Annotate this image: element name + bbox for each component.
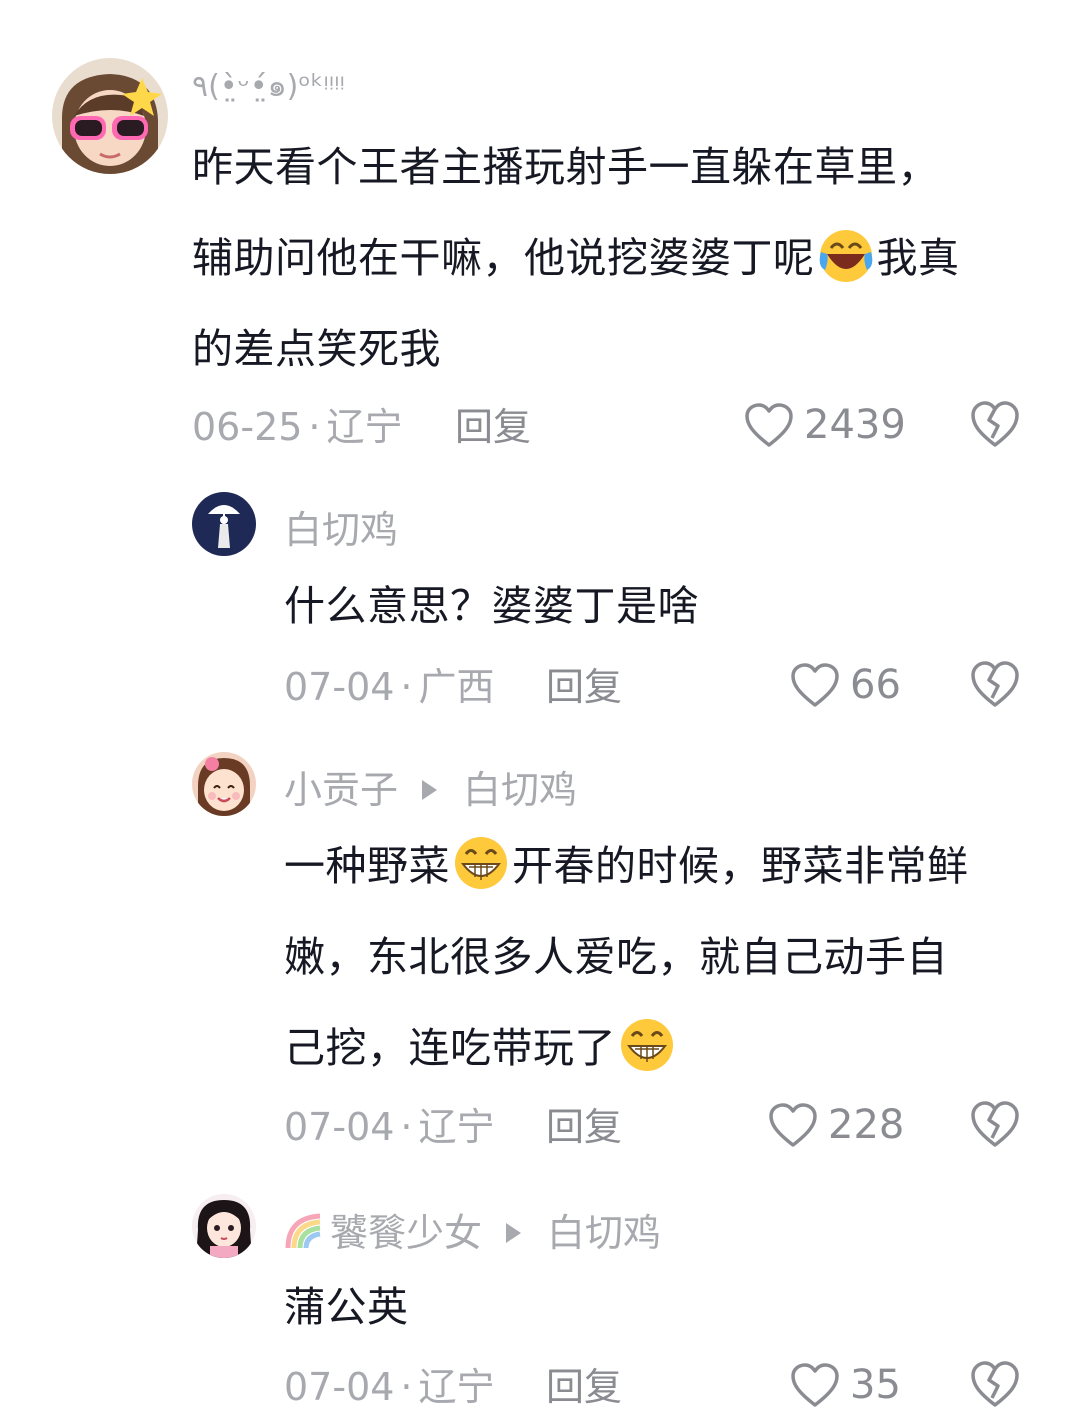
reply-author[interactable]: 小贡子 <box>284 768 398 812</box>
comment-date: 07-04 <box>284 665 395 709</box>
grin-emoji-icon <box>452 833 510 891</box>
reply-target[interactable]: 白切鸡 <box>547 1211 661 1255</box>
like-button[interactable]: 66 <box>790 660 901 710</box>
comment-line: 的差点笑死我 <box>192 325 441 373</box>
like-count: 35 <box>850 1362 901 1408</box>
comment-line: 嫩，东北很多人爱吃，就自己动手自 <box>284 933 948 981</box>
heart-icon <box>745 403 793 447</box>
heart-icon <box>769 1103 817 1147</box>
reply-button[interactable]: 回复 <box>546 1368 622 1406</box>
like-button[interactable]: 35 <box>790 1360 901 1410</box>
broken-heart-icon <box>971 1361 1019 1407</box>
comment-line: 昨天看个王者主播玩射手一直躲在草里， <box>192 143 939 191</box>
comment-meta: 07-04 · 辽宁 <box>284 1108 495 1146</box>
reply-arrow-icon <box>506 1222 522 1243</box>
dislike-button[interactable] <box>970 1100 1020 1148</box>
avatar[interactable] <box>192 492 256 556</box>
grin-emoji-icon <box>618 1015 676 1073</box>
avatar[interactable] <box>52 58 168 174</box>
meta-separator: · <box>400 1105 413 1149</box>
comment-text-part: 开春的时候，野菜非常鲜 <box>512 842 969 890</box>
comment-text: 一种野菜 开春的时候，野菜非常鲜 嫩，东北很多人爱吃，就自己动手自 己挖，连吃带玩… <box>284 821 1044 1094</box>
reply-button[interactable]: 回复 <box>455 408 531 446</box>
username: 小贡子 白切鸡 <box>284 771 577 809</box>
comment-location: 辽宁 <box>418 1365 495 1409</box>
avatar-image-anime-girl <box>192 1194 256 1258</box>
comment-date: 07-04 <box>284 1105 395 1149</box>
dislike-button[interactable] <box>970 400 1020 448</box>
meta-separator: · <box>400 665 413 709</box>
broken-heart-icon <box>971 401 1019 447</box>
heart-icon <box>791 1363 839 1407</box>
meta-separator: · <box>400 1365 413 1409</box>
broken-heart-icon <box>971 661 1019 707</box>
comment-text-part: 我真 <box>876 234 960 282</box>
comment-location: 辽宁 <box>326 405 403 449</box>
avatar[interactable] <box>192 1194 256 1258</box>
avatar-image-smiling-girl <box>192 752 256 816</box>
comment-meta: 07-04 · 辽宁 <box>284 1368 495 1406</box>
heart-icon <box>791 663 839 707</box>
like-count: 228 <box>828 1102 905 1148</box>
comment-location: 广西 <box>418 665 495 709</box>
like-button[interactable]: 228 <box>768 1100 904 1150</box>
comment-text: 蒲公英 <box>284 1283 409 1331</box>
comment-meta: 07-04 · 广西 <box>284 668 495 706</box>
dislike-button[interactable] <box>970 1360 1020 1408</box>
comment-date: 06-25 <box>192 405 303 449</box>
comment-text-part: 一种野菜 <box>284 842 450 890</box>
reply-arrow-icon <box>422 779 438 800</box>
like-count: 66 <box>850 662 901 708</box>
username: 饕餮少女 白切鸡 <box>284 1212 661 1252</box>
like-count: 2439 <box>804 402 906 448</box>
like-button[interactable]: 2439 <box>744 400 906 450</box>
reply-target[interactable]: 白切鸡 <box>463 768 577 812</box>
reply-author[interactable]: 饕餮少女 <box>330 1211 482 1255</box>
reply-button[interactable]: 回复 <box>546 668 622 706</box>
comment-location: 辽宁 <box>418 1105 495 1149</box>
comment-line: 辅助问他在干嘛，他说挖婆婆丁呢 我真 <box>192 213 1052 304</box>
meta-separator: · <box>308 405 321 449</box>
username[interactable]: ٩(•̤̀ᵕ•̤́๑)ᵒᵏᵎᵎᵎᵎ <box>192 72 345 102</box>
avatar[interactable] <box>192 752 256 816</box>
comment-text-part: 辅助问他在干嘛，他说挖婆婆丁呢 <box>192 234 815 282</box>
comment-line: 己挖，连吃带玩了 <box>284 1003 1044 1094</box>
comment-thread: ٩(•̤̀ᵕ•̤́๑)ᵒᵏᵎᵎᵎᵎ 昨天看个王者主播玩射手一直躲在草里， 辅助问… <box>0 0 1080 1414</box>
username[interactable]: 白切鸡 <box>284 511 398 549</box>
comment-text-part: 己挖，连吃带玩了 <box>284 1024 616 1072</box>
comment-line: 一种野菜 开春的时候，野菜非常鲜 <box>284 821 1044 912</box>
avatar-image-umbrella-figure <box>192 492 256 556</box>
avatar-image-sunglasses-girl <box>52 58 168 174</box>
comment-meta: 06-25 · 辽宁 <box>192 408 403 446</box>
dislike-button[interactable] <box>970 660 1020 708</box>
comment-date: 07-04 <box>284 1365 395 1409</box>
reply-button[interactable]: 回复 <box>546 1108 622 1146</box>
laugh-cry-emoji-icon <box>817 225 875 283</box>
rainbow-icon <box>284 1212 330 1250</box>
broken-heart-icon <box>971 1101 1019 1147</box>
comment-text: 昨天看个王者主播玩射手一直躲在草里， 辅助问他在干嘛，他说挖婆婆丁呢 我真 的差点… <box>192 122 1052 395</box>
comment-text: 什么意思？婆婆丁是啥 <box>284 582 699 630</box>
